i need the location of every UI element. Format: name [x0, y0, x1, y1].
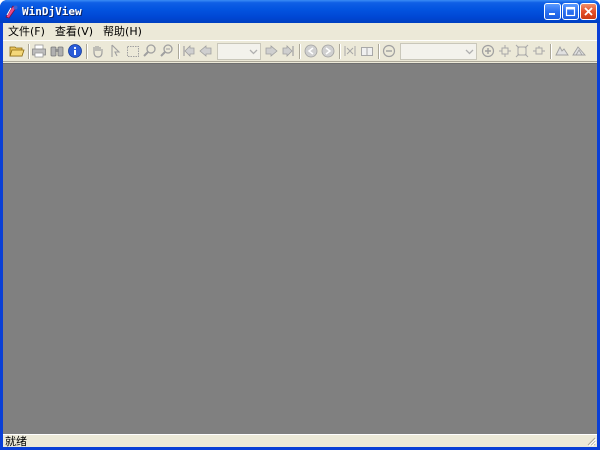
close-button[interactable]	[580, 3, 597, 20]
last-page-icon	[282, 45, 294, 57]
zoom-in-button[interactable]	[480, 43, 496, 59]
text-select-button[interactable]	[108, 43, 124, 59]
minimize-icon	[549, 13, 555, 15]
print-icon	[32, 44, 46, 58]
windjview-app-icon[interactable]	[4, 4, 19, 19]
info-icon	[68, 44, 82, 58]
zoom-combo-dropdown[interactable]	[462, 44, 476, 59]
forward-button[interactable]	[320, 43, 336, 59]
mode-single-icon	[572, 46, 586, 56]
zoom-out-circle-icon	[382, 44, 396, 58]
toolbar	[3, 40, 597, 62]
find-icon	[50, 46, 64, 57]
text-select-icon	[111, 44, 121, 57]
window-title: WinDjView	[22, 5, 82, 18]
mode-continuous-icon	[555, 45, 569, 56]
menu-view[interactable]: 查看(V)	[50, 24, 98, 39]
rotate-left-button[interactable]	[497, 43, 513, 59]
minimize-button[interactable]	[544, 3, 561, 20]
rotate-right-button[interactable]	[531, 43, 547, 59]
close-icon	[584, 7, 593, 16]
first-page-icon	[183, 45, 195, 57]
actual-size-icon	[515, 44, 529, 58]
toolbar-separator	[299, 44, 301, 59]
menu-help[interactable]: 帮助(H)	[98, 24, 147, 39]
maximize-button[interactable]	[562, 3, 579, 20]
open-button[interactable]	[9, 43, 25, 59]
first-page-button[interactable]	[181, 43, 197, 59]
app-window: WinDjView 文件(F) 查看(V) 帮助(H) 就绪	[0, 0, 600, 450]
fit-width-button[interactable]	[342, 43, 358, 59]
rect-select-icon	[127, 46, 139, 57]
zoom-in-circle-icon	[481, 44, 495, 58]
toolbar-separator	[28, 44, 30, 59]
zoom-in-icon	[143, 44, 156, 57]
zoom-out-icon	[160, 44, 173, 57]
zoom-level-combo[interactable]	[400, 43, 477, 60]
back-icon	[304, 44, 318, 58]
actual-size-button[interactable]	[514, 43, 530, 59]
toolbar-separator	[178, 44, 180, 59]
status-text: 就绪	[5, 435, 27, 448]
zoom-out-tool-button[interactable]	[159, 43, 175, 59]
chevron-down-icon	[465, 49, 473, 54]
status-bar: 就绪	[3, 434, 597, 448]
toolbar-separator	[86, 44, 88, 59]
fit-page-icon	[361, 47, 373, 56]
rotate-right-icon	[533, 46, 545, 55]
back-button[interactable]	[303, 43, 319, 59]
print-button[interactable]	[31, 43, 47, 59]
hand-tool-button[interactable]	[90, 43, 106, 59]
document-viewport[interactable]	[3, 63, 597, 434]
rotate-left-icon	[499, 45, 511, 57]
menu-bar: 文件(F) 查看(V) 帮助(H)	[3, 23, 597, 40]
open-icon	[9, 46, 25, 57]
prev-page-button[interactable]	[198, 43, 214, 59]
fit-page-button[interactable]	[359, 43, 375, 59]
forward-icon	[321, 44, 335, 58]
menu-file[interactable]: 文件(F)	[3, 24, 50, 39]
fit-width-icon	[344, 46, 356, 56]
page-number-combo[interactable]	[217, 43, 261, 60]
page-combo-dropdown[interactable]	[246, 44, 260, 59]
last-page-button[interactable]	[280, 43, 296, 59]
client-area: 文件(F) 查看(V) 帮助(H) 就绪	[3, 23, 597, 448]
find-button[interactable]	[49, 43, 65, 59]
rect-select-button[interactable]	[125, 43, 141, 59]
title-bar[interactable]: WinDjView	[0, 0, 600, 23]
resize-grip-icon[interactable]	[586, 436, 596, 446]
hand-icon	[93, 46, 103, 58]
toolbar-separator	[550, 44, 552, 59]
single-page-mode-button[interactable]	[571, 43, 587, 59]
next-page-icon	[265, 45, 278, 57]
toolbar-separator	[339, 44, 341, 59]
toolbar-separator	[378, 44, 380, 59]
prev-page-icon	[199, 45, 212, 57]
continuous-mode-button[interactable]	[554, 43, 570, 59]
chevron-down-icon	[249, 49, 257, 54]
maximize-icon	[565, 6, 576, 17]
next-page-button[interactable]	[263, 43, 279, 59]
zoom-in-tool-button[interactable]	[142, 43, 158, 59]
zoom-out-button[interactable]	[381, 43, 397, 59]
info-button[interactable]	[67, 43, 83, 59]
